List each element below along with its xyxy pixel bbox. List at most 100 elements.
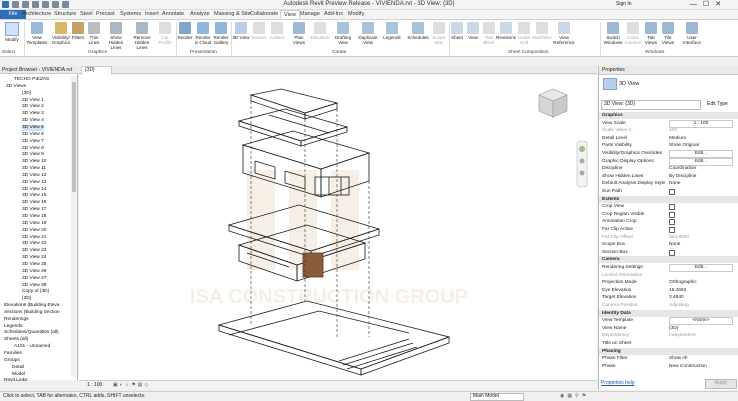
render-button[interactable]: Render [176,22,194,40]
browser-item[interactable]: 3D View 7 [22,139,44,145]
properties-help-link[interactable]: Properties help [601,380,635,386]
remove-hidden-lines-button[interactable]: Remove Hidden Lines [130,22,154,50]
render-cloud-button[interactable]: Render in Cloud [194,22,212,45]
property-group-header[interactable]: Graphics [599,112,738,119]
sign-in-link[interactable]: Sign In [616,1,632,7]
group-select[interactable]: Select [2,50,15,55]
property-group-header[interactable]: Identity Data [599,309,738,317]
property-checkbox[interactable] [669,219,675,226]
property-group-header[interactable]: Camera [599,256,738,264]
revisions-button[interactable]: Revisions [496,22,516,40]
browser-item[interactable]: 3D View 1 [22,98,44,104]
property-checkbox[interactable] [669,249,675,256]
browser-item[interactable]: Schedules/Quantities (all) [4,330,59,336]
3d-view-button[interactable]: 3D View [232,22,250,40]
legends-button[interactable]: Legends [382,22,402,40]
browser-item[interactable]: 3D View 12 [22,173,46,179]
guide-grid-button[interactable]: Guide Grid [516,22,532,45]
tab-manage[interactable]: Manage [300,10,320,19]
matchline-button[interactable]: Matchline [532,22,552,40]
elevation-button[interactable]: Elevation [310,22,330,40]
drafting-view-button[interactable]: Drafting View [332,22,354,45]
browser-item[interactable]: 3D View 16 [22,200,46,206]
title-block-button[interactable]: Title Block [481,22,497,45]
browser-item[interactable]: 3D View 13 [22,180,46,186]
scope-box-button[interactable]: Scope Box [430,22,448,45]
modify-button[interactable]: Modify [0,22,24,42]
browser-item[interactable]: 3D View 18 [22,214,46,220]
show-hidden-lines-button[interactable]: Show Hidden Lines [104,22,128,50]
view-scale[interactable]: 1 : 100 [87,381,102,390]
browser-item[interactable]: Groups [4,358,20,364]
browser-item[interactable]: 3D View 19 [22,221,46,227]
view-control-icons[interactable]: ▣◐☼⚑▤◇ [113,381,150,390]
scrollbar-thumb[interactable] [72,82,76,192]
browser-item[interactable]: TECHO PIEZAS [14,77,49,83]
tab-massing-site[interactable]: Massing & Site [214,10,251,19]
browser-item[interactable]: 3D View 6 [22,132,44,138]
property-checkbox[interactable] [669,204,675,211]
browser-item[interactable]: 3D View 4 [22,118,44,124]
user-interface-button[interactable]: User Interface [680,22,704,45]
browser-item[interactable]: 3D View 11 [22,166,46,172]
browser-item[interactable]: 3D View 15 [22,193,46,199]
browser-item[interactable]: 3D View 8 [22,146,44,152]
tab-architecture[interactable]: Architecture [22,10,51,19]
browser-item[interactable]: 3D View 24 [22,255,46,261]
property-checkbox[interactable] [669,211,675,218]
browser-item[interactable]: Revit Links [4,378,27,384]
browser-item[interactable]: Elevations (Building Eleva [4,303,59,309]
callout-button[interactable]: Callout [268,22,286,40]
browser-item[interactable]: 3D View 5 [22,124,44,131]
3d-viewport[interactable]: ISA CONSTRUCTION GROUP [79,75,597,380]
switch-windows-button[interactable]: Switch Windows [602,22,624,45]
browser-item[interactable]: 3D View 14 [22,187,46,193]
building-model-drawing[interactable]: ISA CONSTRUCTION GROUP [79,75,597,380]
view-templates-button[interactable]: View Templates [25,22,49,45]
browser-item[interactable]: {3D} [22,296,31,302]
browser-item[interactable]: Legends [4,324,22,330]
browser-item[interactable]: 3D View 3 [22,111,44,117]
browser-item[interactable]: 3D View 22 [22,241,46,247]
browser-item[interactable]: A101 - Unnamed [14,344,50,350]
tab-collaborate[interactable]: Collaborate [250,10,278,19]
browser-item[interactable]: 3D View 27 [22,276,46,282]
view-reference-button[interactable]: View Reference [552,22,576,45]
apply-button[interactable]: Apply [705,379,737,389]
browser-item[interactable]: 3D View 10 [22,159,46,165]
browser-item[interactable]: Detail [12,365,24,371]
property-group-header[interactable]: Phasing [599,347,738,355]
browser-item[interactable]: 3D View 28 [22,283,46,289]
close-inactive-button[interactable]: Close Inactive [624,22,642,45]
browser-item[interactable]: 3D View 25 [22,262,46,268]
property-group-header[interactable]: Extents [599,195,738,203]
duplicate-view-button[interactable]: Duplicate View [356,22,380,45]
tab-annotate[interactable]: Annotate [162,10,184,19]
browser-item[interactable]: 3D View 2 [22,104,44,110]
sheet-button[interactable]: Sheet [449,22,465,40]
browser-item[interactable]: {3D} [22,91,31,97]
instance-selector[interactable]: 3D View: {3D} [601,100,701,110]
browser-item[interactable]: Copy of {3D} [22,289,49,295]
filters-button[interactable]: Filters [70,22,86,40]
thin-lines-button[interactable]: Thin Lines [86,22,102,45]
tab-modify[interactable]: Modify [348,10,364,19]
browser-item[interactable]: 3D View 9 [22,152,44,158]
browser-item[interactable]: Families [4,351,22,357]
browser-item[interactable]: Model [12,372,25,378]
browser-item[interactable]: 3D View 26 [22,269,46,275]
browser-item[interactable]: 3D View 21 [22,235,46,241]
tab-analyze[interactable]: Analyze [190,10,210,19]
browser-item[interactable]: 3D View 23 [22,248,46,254]
tab-3d-view[interactable]: {3D} [81,66,112,75]
browser-item[interactable]: Sheets (all) [4,337,28,343]
section-button[interactable]: Section [250,22,268,40]
browser-item[interactable]: 3D View 17 [22,207,46,213]
browser-item[interactable]: 3D Views [6,84,26,90]
window-controls[interactable]: —☐✕ [690,0,727,8]
place-view-button[interactable]: View [465,22,481,40]
render-gallery-button[interactable]: Render Gallery [212,22,230,45]
edit-type-button[interactable]: Edit Type [707,101,728,107]
tab-insert[interactable]: Insert [145,10,159,19]
tab-systems[interactable]: Systems [120,10,141,19]
